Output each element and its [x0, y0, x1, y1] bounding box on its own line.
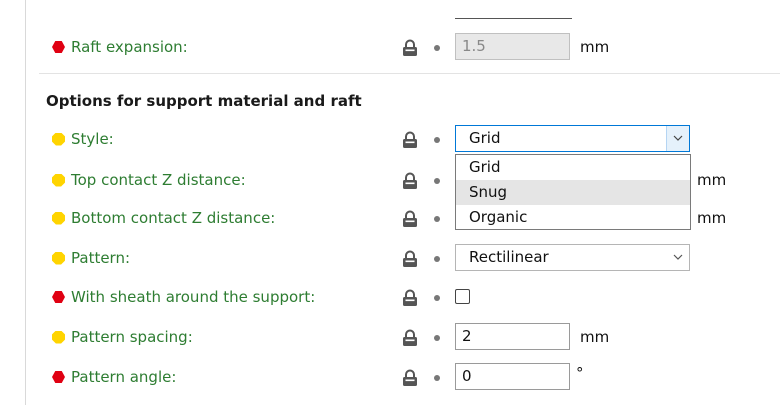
pattern-spacing-unit: mm	[580, 328, 610, 346]
sheath-checkbox[interactable]	[455, 289, 470, 304]
style-dropdown-list: Grid Snug Organic	[455, 154, 691, 230]
pattern-spacing-input[interactable]: 2	[455, 323, 570, 350]
lock-icon[interactable]	[401, 289, 419, 307]
bullet-icon[interactable]	[434, 216, 440, 222]
advanced-mode-octagon-icon	[52, 173, 65, 187]
style-label: Style:	[52, 129, 114, 149]
raft-expansion-input[interactable]: 1.5	[455, 33, 570, 60]
pattern-label: Pattern:	[52, 248, 130, 268]
advanced-mode-octagon-icon	[52, 251, 65, 265]
advanced-mode-octagon-icon	[52, 132, 65, 146]
bullet-icon[interactable]	[434, 137, 440, 143]
row-pattern-spacing: Pattern spacing: 2 mm	[0, 322, 780, 352]
expert-mode-hexagon-icon	[52, 371, 65, 383]
expert-mode-hexagon-icon	[52, 41, 65, 53]
row-pattern: Pattern: Rectilinear	[0, 243, 780, 273]
pattern-angle-input[interactable]: 0	[455, 363, 570, 390]
lock-icon[interactable]	[401, 329, 419, 347]
expert-mode-hexagon-icon	[52, 291, 65, 303]
dropdown-option-organic[interactable]: Organic	[456, 205, 690, 230]
bullet-icon[interactable]	[434, 335, 440, 341]
top-contact-z-label: Top contact Z distance:	[52, 170, 246, 190]
pattern-select[interactable]: Rectilinear	[455, 244, 690, 271]
bullet-icon[interactable]	[434, 375, 440, 381]
section-separator	[39, 73, 780, 74]
lock-icon[interactable]	[401, 39, 419, 57]
pattern-angle-unit: °	[576, 364, 584, 382]
bullet-icon[interactable]	[434, 256, 440, 262]
row-pattern-angle: Pattern angle: 0 °	[0, 362, 780, 392]
bullet-icon[interactable]	[434, 45, 440, 51]
pattern-angle-label: Pattern angle:	[52, 367, 176, 387]
row-sheath: With sheath around the support:	[0, 282, 780, 312]
pattern-spacing-label: Pattern spacing:	[52, 327, 193, 347]
raft-expansion-unit: mm	[580, 38, 610, 56]
lock-icon[interactable]	[401, 369, 419, 387]
row-raft-expansion: Raft expansion: 1.5 mm	[0, 32, 780, 62]
lock-icon[interactable]	[401, 210, 419, 228]
section-heading: Options for support material and raft	[46, 92, 362, 110]
lock-icon[interactable]	[401, 250, 419, 268]
sheath-label: With sheath around the support:	[52, 287, 315, 307]
bottom-contact-z-unit: mm	[697, 209, 727, 227]
advanced-mode-octagon-icon	[52, 211, 65, 225]
style-selected-value: Grid	[469, 129, 501, 147]
lock-icon[interactable]	[401, 172, 419, 190]
bottom-contact-z-label: Bottom contact Z distance:	[52, 208, 275, 228]
advanced-mode-octagon-icon	[52, 330, 65, 344]
bullet-icon[interactable]	[434, 178, 440, 184]
dropdown-option-snug[interactable]: Snug	[456, 180, 690, 205]
row-style: Style: Grid	[0, 124, 780, 154]
dropdown-option-grid[interactable]: Grid	[456, 155, 690, 180]
bullet-icon[interactable]	[434, 295, 440, 301]
chevron-down-icon[interactable]	[666, 126, 689, 151]
chevron-down-icon[interactable]	[667, 245, 689, 270]
pattern-selected-value: Rectilinear	[469, 248, 549, 266]
lock-icon[interactable]	[401, 131, 419, 149]
style-select[interactable]: Grid	[455, 125, 690, 152]
raft-expansion-label: Raft expansion:	[52, 37, 188, 57]
top-contact-z-unit: mm	[697, 171, 727, 189]
previous-field-bottom-edge	[455, 18, 572, 19]
